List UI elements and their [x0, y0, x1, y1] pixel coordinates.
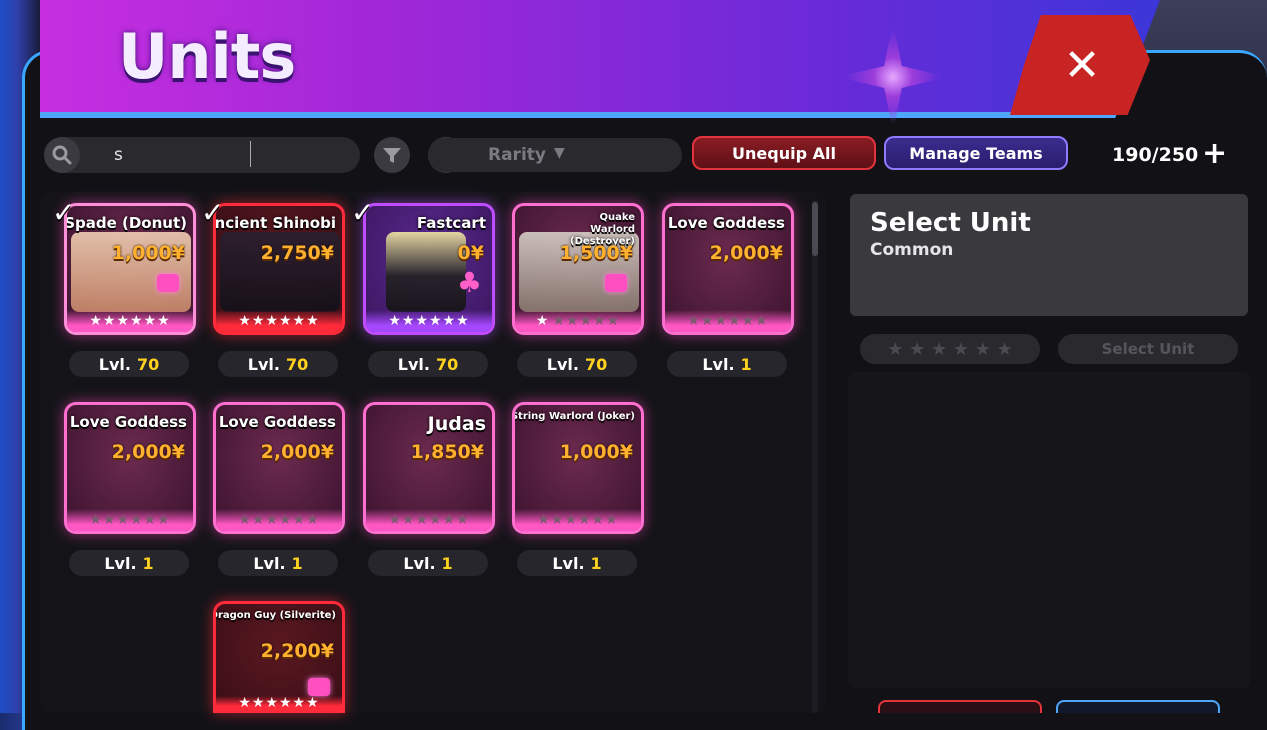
- level-label: Lvl.: [702, 354, 735, 374]
- star-rating: ★★★★★★: [216, 695, 342, 710]
- level-label: Lvl.: [247, 354, 280, 374]
- select-unit-button[interactable]: Select Unit: [1058, 334, 1238, 364]
- clover-icon: ♣: [456, 266, 482, 299]
- unit-card[interactable]: Ancient Shinobi 2,750¥ ★★★★★★: [213, 203, 345, 335]
- unit-name: Judas: [427, 413, 486, 435]
- unit-price: 0¥: [457, 242, 484, 264]
- unit-card[interactable]: String Warlord (Joker) 1,000¥ ★★★★★★: [512, 402, 644, 534]
- detail-red-button[interactable]: [878, 700, 1042, 713]
- manage-teams-button[interactable]: Manage Teams: [884, 136, 1068, 170]
- close-icon: ✕: [1063, 39, 1101, 91]
- search-value: s: [114, 145, 123, 165]
- unit-capacity: 190/250: [1112, 144, 1199, 166]
- level-value: 1: [142, 553, 154, 573]
- level-badge: Lvl. 70: [69, 351, 189, 377]
- detail-rarity: Common: [870, 240, 954, 260]
- scroll-thumb[interactable]: [812, 202, 818, 256]
- unit-name: Dragon Guy (Silverite): [213, 610, 336, 621]
- unit-price: 1,500¥: [559, 242, 633, 264]
- star-rating: ★★★★★★: [67, 509, 193, 531]
- chevron-down-icon: ▼: [554, 145, 565, 161]
- detail-info-area: [848, 372, 1250, 688]
- equipped-check-icon: ✓: [351, 196, 375, 229]
- unit-detail-card: Select Unit Common: [850, 194, 1248, 316]
- star-rating: ★★★★★★: [515, 509, 641, 531]
- star-rating: ★★★★★★: [515, 310, 641, 332]
- unit-name: String Warlord (Joker): [512, 411, 635, 422]
- unit-price: 2,000¥: [260, 441, 334, 463]
- level-value: 1: [740, 354, 752, 374]
- level-value: 70: [136, 354, 160, 374]
- level-badge: Lvl. 1: [218, 550, 338, 576]
- trait-badge-icon: [605, 274, 627, 292]
- unit-card[interactable]: Spade (Donut) 1,000¥ ★★★★★★: [64, 203, 196, 335]
- level-label: Lvl.: [253, 553, 286, 573]
- level-value: 70: [285, 354, 309, 374]
- unit-name: Love Goddess: [69, 413, 187, 431]
- unit-card[interactable]: Judas 1,850¥ ★★★★★★: [363, 402, 495, 534]
- level-badge: Lvl. 1: [667, 351, 787, 377]
- filter-button[interactable]: [374, 137, 410, 173]
- star-rating: ★★★★★★: [366, 310, 492, 332]
- unit-card[interactable]: ♣ Fastcart 0¥ ★★★★★★: [363, 203, 495, 335]
- unit-price: 1,000¥: [559, 441, 633, 463]
- unit-price: 2,200¥: [260, 640, 334, 662]
- unit-card[interactable]: Love Goddess 2,000¥ ★★★★★★: [64, 402, 196, 534]
- level-badge: Lvl. 1: [368, 550, 488, 576]
- level-badge: Lvl. 70: [517, 351, 637, 377]
- level-label: Lvl.: [104, 553, 137, 573]
- search-icon: [44, 137, 80, 173]
- unit-name: Ancient Shinobi: [213, 214, 336, 232]
- level-value: 1: [291, 553, 303, 573]
- level-value: 1: [590, 553, 602, 573]
- unit-price: 1,850¥: [410, 441, 484, 463]
- unit-card[interactable]: Love Goddess 2,000¥ ★★★★★★: [213, 402, 345, 534]
- level-value: 70: [435, 354, 459, 374]
- text-cursor: [250, 141, 251, 167]
- level-badge: Lvl. 1: [69, 550, 189, 576]
- equipped-check-icon: ✓: [201, 196, 225, 229]
- unit-price: 1,000¥: [111, 242, 185, 264]
- level-badge: Lvl. 70: [368, 351, 488, 377]
- level-value: 1: [441, 553, 453, 573]
- level-label: Lvl.: [98, 354, 131, 374]
- unit-card[interactable]: Love Goddess 2,000¥ ★★★★★★: [662, 203, 794, 335]
- detail-blue-button[interactable]: [1056, 700, 1220, 713]
- level-label: Lvl.: [546, 354, 579, 374]
- unit-name: Spade (Donut): [64, 214, 187, 232]
- unit-price: 2,750¥: [260, 242, 334, 264]
- unit-portrait: [386, 232, 466, 312]
- detail-star-rating: ★ ★ ★ ★ ★ ★: [860, 334, 1040, 364]
- level-badge: Lvl. 70: [218, 351, 338, 377]
- star-rating: ★★★★★★: [216, 509, 342, 531]
- star-rating: ★★★★★★: [665, 310, 791, 332]
- trait-badge-icon: [308, 678, 330, 696]
- grid-scrollbar[interactable]: [812, 200, 818, 713]
- level-value: 70: [584, 354, 608, 374]
- unit-name: Love Goddess: [218, 413, 336, 431]
- level-label: Lvl.: [403, 553, 436, 573]
- unit-name: Love Goddess: [667, 214, 785, 232]
- unit-card[interactable]: Quake Warlord (Destroyer) 1,500¥ ★ ★★★★★: [512, 203, 644, 335]
- star-rating: ★★★★★★: [216, 310, 342, 332]
- unit-name: Fastcart: [416, 214, 486, 232]
- level-badge: Lvl. 1: [517, 550, 637, 576]
- trait-badge-icon: [157, 274, 179, 292]
- star-rating: ★★★★★★: [366, 509, 492, 531]
- unit-card[interactable]: Dragon Guy (Silverite) 2,200¥ ★★★★★★: [213, 601, 345, 713]
- level-label: Lvl.: [397, 354, 430, 374]
- unit-price: 2,000¥: [111, 441, 185, 463]
- search-input[interactable]: s: [44, 137, 360, 173]
- unit-price: 2,000¥: [709, 242, 783, 264]
- unequip-all-button[interactable]: Unequip All: [692, 136, 876, 170]
- star-rating: ★★★★★★: [67, 310, 193, 332]
- sort-select[interactable]: Rarity ▼: [428, 138, 682, 172]
- filter-icon: [383, 148, 401, 163]
- add-capacity-button[interactable]: +: [1202, 138, 1227, 170]
- level-label: Lvl.: [552, 553, 585, 573]
- page-title: Units: [118, 20, 296, 93]
- sort-select-value: Rarity: [488, 145, 546, 165]
- detail-title: Select Unit: [870, 208, 1031, 238]
- equipped-check-icon: ✓: [52, 196, 76, 229]
